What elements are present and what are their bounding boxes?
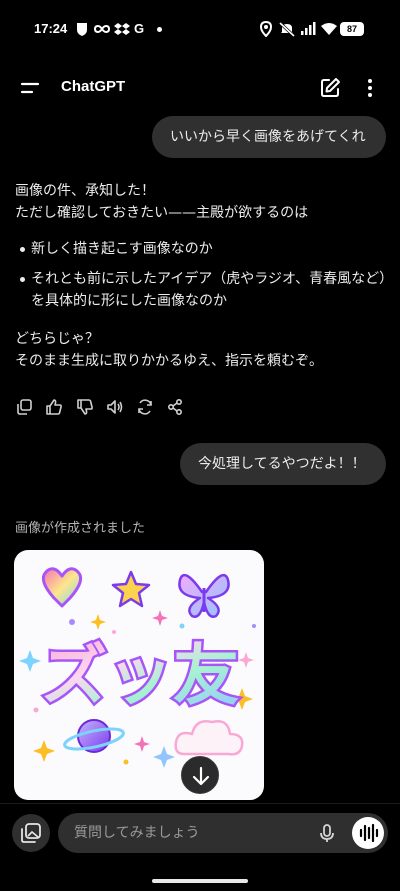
planet-illustration <box>63 719 125 753</box>
star-illustration <box>111 570 151 608</box>
download-arrow-icon <box>192 766 210 786</box>
svg-text:ズッ友: ズッ友 <box>41 637 239 714</box>
assistant-line: そのまま生成に取りかかるゆえ、指示を頼むぞ。 <box>15 353 323 369</box>
status-time: 17:24 <box>34 21 68 36</box>
voice-mode-icon <box>359 823 379 843</box>
mute-icon <box>278 21 296 38</box>
wifi-icon <box>320 21 338 37</box>
message-input-placeholder: 質問してみましょう <box>74 825 200 841</box>
composer-bar: 質問してみましょう <box>0 803 400 891</box>
status-bar: 17:24 G 87 <box>0 0 400 58</box>
thumbs-up-icon[interactable] <box>45 398 63 416</box>
assistant-message: 画像の件、承知した！ ただし確認しておきたい——主殿が欲するのは 新しく描き起こ… <box>15 180 387 372</box>
menu-icon[interactable] <box>18 76 44 100</box>
assistant-line: ただし確認しておきたい——主殿が欲するのは <box>15 205 309 221</box>
assistant-bullet-list: 新しく描き起こす画像なのか それとも前に示したアイデア（虎やラジオ、青春風など）… <box>15 238 387 312</box>
list-item: 新しく描き起こす画像なのか <box>15 238 387 260</box>
image-attach-icon <box>21 823 41 843</box>
list-item: それとも前に示したアイデア（虎やラジオ、青春風など）を具体的に形にした画像なのか <box>15 268 387 312</box>
infinity-icon <box>93 21 111 37</box>
more-vertical-icon[interactable] <box>360 76 380 100</box>
regenerate-icon[interactable] <box>136 398 154 416</box>
dropbox-icon <box>114 21 130 37</box>
location-icon <box>259 20 273 38</box>
home-indicator[interactable] <box>152 879 248 883</box>
zuttomo-text-illustration: ズッ友 <box>39 635 242 717</box>
cloud-illustration <box>174 720 244 756</box>
google-g-icon: G <box>134 21 145 36</box>
share-icon[interactable] <box>166 398 184 416</box>
assistant-line: どちらじゃ？ <box>15 331 99 347</box>
new-chat-edit-icon[interactable] <box>318 76 342 100</box>
thumbs-down-icon[interactable] <box>76 398 94 416</box>
heart-illustration <box>41 567 83 608</box>
dot-icon <box>157 27 162 32</box>
butterfly-illustration <box>178 573 230 618</box>
app-title[interactable]: ChatGPT <box>61 78 125 95</box>
signal-icon <box>300 21 316 37</box>
battery-icon: 87 <box>340 22 364 36</box>
copy-icon[interactable] <box>15 398 33 416</box>
user-message: いいから早く画像をあげてくれ <box>152 116 386 158</box>
image-attach-button[interactable] <box>12 814 50 852</box>
shield-icon <box>76 21 88 37</box>
app-header: ChatGPT <box>0 64 400 112</box>
voice-mode-button[interactable] <box>352 817 384 849</box>
generated-image[interactable]: ズッ友 <box>14 550 264 800</box>
user-message: 今処理してるやつだよ！！ <box>180 443 386 485</box>
assistant-line: 画像の件、承知した！ <box>15 183 155 199</box>
image-created-caption: 画像が作成されました <box>15 521 146 536</box>
download-button[interactable] <box>181 756 219 794</box>
microphone-icon[interactable] <box>316 822 338 844</box>
speaker-icon[interactable] <box>106 398 124 416</box>
message-input[interactable]: 質問してみましょう <box>58 813 388 853</box>
